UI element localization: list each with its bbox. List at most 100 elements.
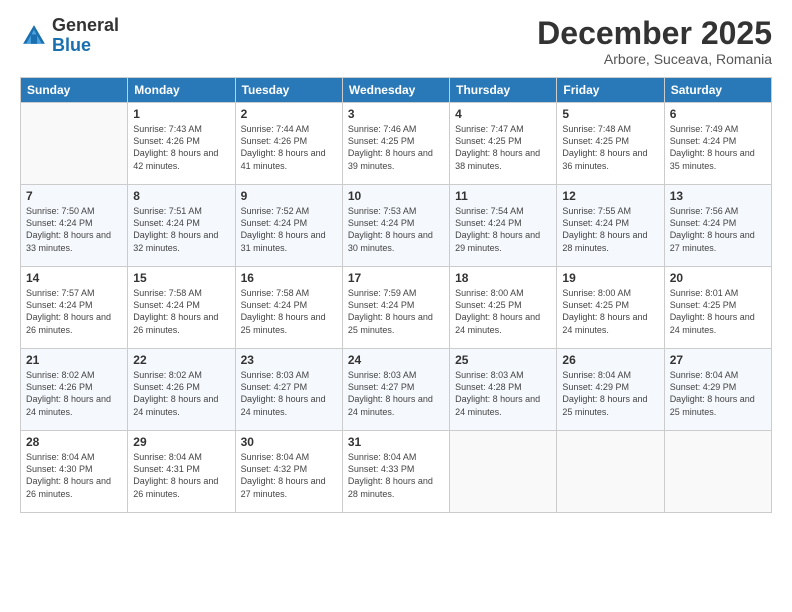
day-info: Sunrise: 7:59 AMSunset: 4:24 PMDaylight:… bbox=[348, 287, 444, 336]
day-cell: 7 Sunrise: 7:50 AMSunset: 4:24 PMDayligh… bbox=[21, 185, 128, 267]
day-number: 3 bbox=[348, 107, 444, 121]
day-info: Sunrise: 7:44 AMSunset: 4:26 PMDaylight:… bbox=[241, 123, 337, 172]
calendar-table: Sunday Monday Tuesday Wednesday Thursday… bbox=[20, 77, 772, 513]
day-number: 14 bbox=[26, 271, 122, 285]
col-sunday: Sunday bbox=[21, 78, 128, 103]
day-info: Sunrise: 7:48 AMSunset: 4:25 PMDaylight:… bbox=[562, 123, 658, 172]
location: Arbore, Suceava, Romania bbox=[537, 51, 772, 67]
day-info: Sunrise: 8:04 AMSunset: 4:29 PMDaylight:… bbox=[670, 369, 766, 418]
day-number: 4 bbox=[455, 107, 551, 121]
month-title: December 2025 bbox=[537, 16, 772, 51]
day-number: 21 bbox=[26, 353, 122, 367]
col-thursday: Thursday bbox=[450, 78, 557, 103]
day-cell: 24 Sunrise: 8:03 AMSunset: 4:27 PMDaylig… bbox=[342, 349, 449, 431]
day-info: Sunrise: 7:54 AMSunset: 4:24 PMDaylight:… bbox=[455, 205, 551, 254]
day-cell: 2 Sunrise: 7:44 AMSunset: 4:26 PMDayligh… bbox=[235, 103, 342, 185]
day-info: Sunrise: 8:03 AMSunset: 4:27 PMDaylight:… bbox=[348, 369, 444, 418]
day-info: Sunrise: 8:00 AMSunset: 4:25 PMDaylight:… bbox=[562, 287, 658, 336]
day-number: 25 bbox=[455, 353, 551, 367]
day-cell: 3 Sunrise: 7:46 AMSunset: 4:25 PMDayligh… bbox=[342, 103, 449, 185]
day-info: Sunrise: 7:49 AMSunset: 4:24 PMDaylight:… bbox=[670, 123, 766, 172]
day-cell bbox=[450, 431, 557, 513]
day-number: 19 bbox=[562, 271, 658, 285]
day-number: 10 bbox=[348, 189, 444, 203]
day-cell: 4 Sunrise: 7:47 AMSunset: 4:25 PMDayligh… bbox=[450, 103, 557, 185]
logo-blue-text: Blue bbox=[52, 35, 91, 55]
day-info: Sunrise: 8:04 AMSunset: 4:30 PMDaylight:… bbox=[26, 451, 122, 500]
day-number: 31 bbox=[348, 435, 444, 449]
day-cell: 31 Sunrise: 8:04 AMSunset: 4:33 PMDaylig… bbox=[342, 431, 449, 513]
day-info: Sunrise: 8:03 AMSunset: 4:27 PMDaylight:… bbox=[241, 369, 337, 418]
day-number: 8 bbox=[133, 189, 229, 203]
day-number: 15 bbox=[133, 271, 229, 285]
day-cell: 30 Sunrise: 8:04 AMSunset: 4:32 PMDaylig… bbox=[235, 431, 342, 513]
col-monday: Monday bbox=[128, 78, 235, 103]
day-number: 17 bbox=[348, 271, 444, 285]
day-cell bbox=[664, 431, 771, 513]
day-cell: 13 Sunrise: 7:56 AMSunset: 4:24 PMDaylig… bbox=[664, 185, 771, 267]
day-number: 13 bbox=[670, 189, 766, 203]
day-info: Sunrise: 8:03 AMSunset: 4:28 PMDaylight:… bbox=[455, 369, 551, 418]
day-info: Sunrise: 8:04 AMSunset: 4:32 PMDaylight:… bbox=[241, 451, 337, 500]
week-row-4: 21 Sunrise: 8:02 AMSunset: 4:26 PMDaylig… bbox=[21, 349, 772, 431]
day-number: 22 bbox=[133, 353, 229, 367]
col-friday: Friday bbox=[557, 78, 664, 103]
day-number: 27 bbox=[670, 353, 766, 367]
week-row-3: 14 Sunrise: 7:57 AMSunset: 4:24 PMDaylig… bbox=[21, 267, 772, 349]
day-cell: 23 Sunrise: 8:03 AMSunset: 4:27 PMDaylig… bbox=[235, 349, 342, 431]
day-info: Sunrise: 7:43 AMSunset: 4:26 PMDaylight:… bbox=[133, 123, 229, 172]
day-cell: 28 Sunrise: 8:04 AMSunset: 4:30 PMDaylig… bbox=[21, 431, 128, 513]
day-info: Sunrise: 7:51 AMSunset: 4:24 PMDaylight:… bbox=[133, 205, 229, 254]
day-number: 26 bbox=[562, 353, 658, 367]
day-cell: 29 Sunrise: 8:04 AMSunset: 4:31 PMDaylig… bbox=[128, 431, 235, 513]
title-block: December 2025 Arbore, Suceava, Romania bbox=[537, 16, 772, 67]
day-cell: 18 Sunrise: 8:00 AMSunset: 4:25 PMDaylig… bbox=[450, 267, 557, 349]
day-number: 20 bbox=[670, 271, 766, 285]
col-tuesday: Tuesday bbox=[235, 78, 342, 103]
day-number: 24 bbox=[348, 353, 444, 367]
day-info: Sunrise: 7:50 AMSunset: 4:24 PMDaylight:… bbox=[26, 205, 122, 254]
day-cell: 10 Sunrise: 7:53 AMSunset: 4:24 PMDaylig… bbox=[342, 185, 449, 267]
day-info: Sunrise: 8:04 AMSunset: 4:31 PMDaylight:… bbox=[133, 451, 229, 500]
col-saturday: Saturday bbox=[664, 78, 771, 103]
day-info: Sunrise: 7:53 AMSunset: 4:24 PMDaylight:… bbox=[348, 205, 444, 254]
day-number: 16 bbox=[241, 271, 337, 285]
day-cell: 27 Sunrise: 8:04 AMSunset: 4:29 PMDaylig… bbox=[664, 349, 771, 431]
day-cell: 19 Sunrise: 8:00 AMSunset: 4:25 PMDaylig… bbox=[557, 267, 664, 349]
day-info: Sunrise: 7:55 AMSunset: 4:24 PMDaylight:… bbox=[562, 205, 658, 254]
header: General Blue December 2025 Arbore, Sucea… bbox=[20, 16, 772, 67]
day-info: Sunrise: 7:58 AMSunset: 4:24 PMDaylight:… bbox=[241, 287, 337, 336]
day-cell: 15 Sunrise: 7:58 AMSunset: 4:24 PMDaylig… bbox=[128, 267, 235, 349]
day-cell: 12 Sunrise: 7:55 AMSunset: 4:24 PMDaylig… bbox=[557, 185, 664, 267]
day-info: Sunrise: 8:04 AMSunset: 4:29 PMDaylight:… bbox=[562, 369, 658, 418]
day-info: Sunrise: 8:00 AMSunset: 4:25 PMDaylight:… bbox=[455, 287, 551, 336]
day-cell bbox=[21, 103, 128, 185]
week-row-5: 28 Sunrise: 8:04 AMSunset: 4:30 PMDaylig… bbox=[21, 431, 772, 513]
week-row-2: 7 Sunrise: 7:50 AMSunset: 4:24 PMDayligh… bbox=[21, 185, 772, 267]
day-info: Sunrise: 7:47 AMSunset: 4:25 PMDaylight:… bbox=[455, 123, 551, 172]
day-info: Sunrise: 8:04 AMSunset: 4:33 PMDaylight:… bbox=[348, 451, 444, 500]
day-number: 9 bbox=[241, 189, 337, 203]
day-number: 28 bbox=[26, 435, 122, 449]
day-number: 6 bbox=[670, 107, 766, 121]
day-cell: 1 Sunrise: 7:43 AMSunset: 4:26 PMDayligh… bbox=[128, 103, 235, 185]
day-cell: 26 Sunrise: 8:04 AMSunset: 4:29 PMDaylig… bbox=[557, 349, 664, 431]
logo: General Blue bbox=[20, 16, 119, 56]
day-info: Sunrise: 8:01 AMSunset: 4:25 PMDaylight:… bbox=[670, 287, 766, 336]
day-cell: 11 Sunrise: 7:54 AMSunset: 4:24 PMDaylig… bbox=[450, 185, 557, 267]
day-cell bbox=[557, 431, 664, 513]
day-cell: 8 Sunrise: 7:51 AMSunset: 4:24 PMDayligh… bbox=[128, 185, 235, 267]
col-wednesday: Wednesday bbox=[342, 78, 449, 103]
week-row-1: 1 Sunrise: 7:43 AMSunset: 4:26 PMDayligh… bbox=[21, 103, 772, 185]
day-cell: 25 Sunrise: 8:03 AMSunset: 4:28 PMDaylig… bbox=[450, 349, 557, 431]
day-number: 12 bbox=[562, 189, 658, 203]
day-cell: 16 Sunrise: 7:58 AMSunset: 4:24 PMDaylig… bbox=[235, 267, 342, 349]
day-info: Sunrise: 7:57 AMSunset: 4:24 PMDaylight:… bbox=[26, 287, 122, 336]
header-row: Sunday Monday Tuesday Wednesday Thursday… bbox=[21, 78, 772, 103]
day-number: 29 bbox=[133, 435, 229, 449]
day-info: Sunrise: 8:02 AMSunset: 4:26 PMDaylight:… bbox=[133, 369, 229, 418]
day-info: Sunrise: 7:58 AMSunset: 4:24 PMDaylight:… bbox=[133, 287, 229, 336]
day-cell: 9 Sunrise: 7:52 AMSunset: 4:24 PMDayligh… bbox=[235, 185, 342, 267]
logo-icon bbox=[20, 22, 48, 50]
page: General Blue December 2025 Arbore, Sucea… bbox=[0, 0, 792, 612]
